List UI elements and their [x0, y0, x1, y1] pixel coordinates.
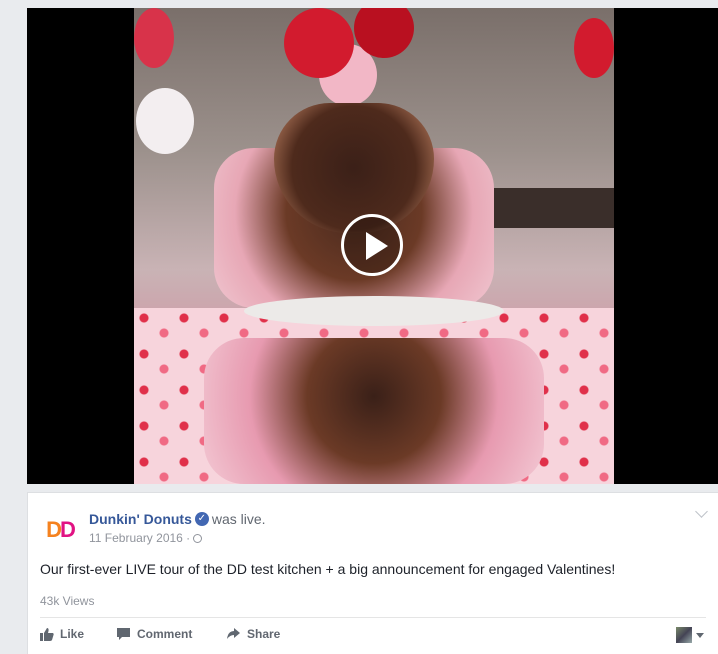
cake-plate	[244, 296, 504, 326]
play-button[interactable]	[341, 214, 403, 276]
status-text: was live.	[211, 511, 266, 527]
logo-letter-1: D	[46, 517, 62, 542]
like-label: Like	[60, 627, 85, 641]
comment-icon	[117, 628, 130, 640]
heart-decoration	[494, 188, 614, 228]
post-date[interactable]: 11 February 2016 ·	[89, 531, 203, 545]
caret-down-icon	[696, 632, 704, 638]
share-button[interactable]: Share	[226, 618, 280, 650]
donut-tier	[204, 338, 544, 484]
view-count: 43k Views	[40, 594, 95, 608]
avatar	[676, 627, 692, 643]
thumbs-up-icon	[40, 628, 54, 641]
play-icon	[366, 232, 388, 260]
chevron-down-icon[interactable]	[695, 505, 708, 518]
date-text[interactable]: 11 February 2016 ·	[89, 531, 190, 545]
comment-label: Comment	[137, 627, 193, 641]
globe-icon	[193, 534, 203, 544]
share-label: Share	[247, 627, 281, 641]
video-player[interactable]	[27, 8, 718, 484]
balloon-decoration	[574, 18, 614, 78]
post-header: Dunkin' Donuts ✓ was live.	[89, 511, 266, 528]
page-avatar[interactable]: DD	[40, 510, 80, 550]
verified-badge-icon: ✓	[194, 512, 209, 527]
post-message: Our first-ever LIVE tour of the DD test …	[40, 561, 616, 577]
share-arrow-icon	[227, 628, 240, 639]
action-bar: Like Comment Share	[40, 617, 706, 654]
post-as-selector[interactable]	[676, 626, 706, 644]
comment-button[interactable]: Comment	[116, 618, 192, 650]
logo-letter-2: D	[60, 517, 76, 542]
balloon-decoration	[284, 8, 354, 78]
balloon-decoration	[136, 88, 194, 154]
page-name-link[interactable]: Dunkin' Donuts	[89, 511, 192, 527]
balloon-decoration	[134, 8, 174, 68]
like-button[interactable]: Like	[40, 618, 84, 650]
post-card: DD Dunkin' Donuts ✓ was live. 11 February …	[27, 492, 718, 654]
